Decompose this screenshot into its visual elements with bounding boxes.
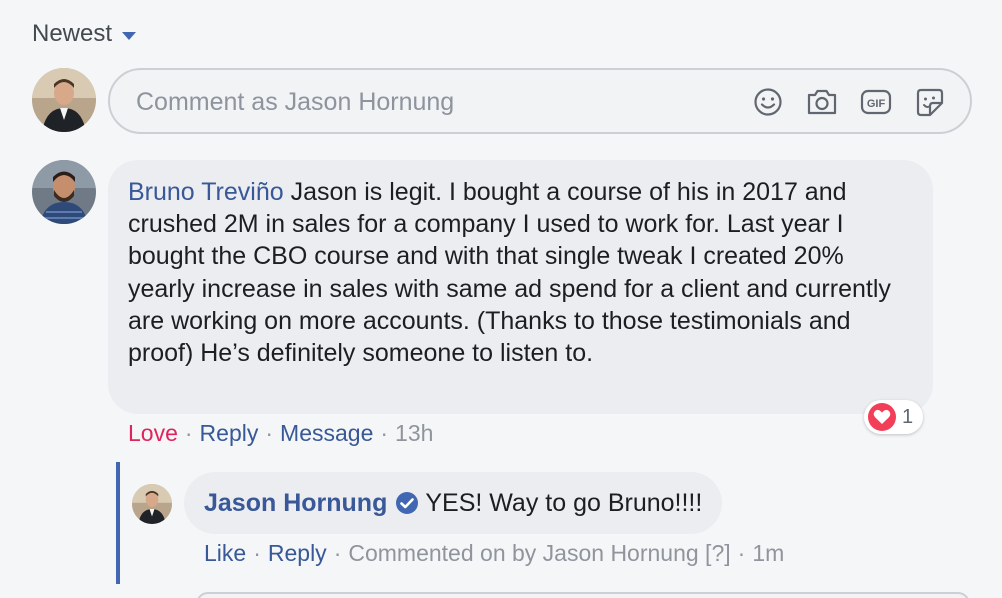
separator: ·	[333, 540, 342, 566]
comment-actions: Love · Reply · Message · 13h	[128, 420, 433, 447]
reply-author-link[interactable]: Jason Hornung	[204, 489, 387, 518]
comment-bubble: Bruno Treviño Jason is legit. I bought a…	[108, 160, 933, 414]
reply-composer-edge	[196, 592, 970, 598]
reply-author-avatar[interactable]	[132, 484, 172, 524]
gif-icon[interactable]: GIF	[858, 84, 894, 120]
heart-icon	[868, 403, 896, 431]
camera-icon[interactable]	[804, 84, 840, 120]
sort-dropdown[interactable]: Newest	[32, 20, 137, 48]
comment-composer: GIF	[108, 68, 972, 134]
separator: ·	[380, 420, 389, 446]
reply-bubble: Jason Hornung YES! Way to go Bruno!!!!	[184, 472, 723, 534]
like-button[interactable]: Like	[204, 540, 246, 567]
reaction-count: 1	[902, 405, 914, 428]
current-user-avatar[interactable]	[32, 68, 96, 132]
love-button[interactable]: Love	[128, 420, 178, 447]
separator: ·	[265, 420, 274, 446]
reply-reply-button[interactable]: Reply	[268, 540, 327, 567]
comment-timestamp[interactable]: 13h	[395, 420, 433, 447]
emoji-icon[interactable]	[750, 84, 786, 120]
verified-badge-icon	[395, 491, 419, 515]
reply-text: YES! Way to go Bruno!!!!	[425, 488, 703, 517]
separator: ·	[184, 420, 193, 446]
commented-on-by-note: Commented on by Jason Hornung [?]	[348, 540, 731, 566]
reply-timestamp[interactable]: 1m	[752, 540, 784, 567]
separator: ·	[737, 540, 746, 566]
reply-thread-bar	[116, 462, 120, 584]
reaction-summary[interactable]: 1	[864, 400, 924, 434]
reply-actions: Like · Reply · Commented on by Jason Hor…	[204, 540, 784, 567]
sort-label: Newest	[32, 20, 113, 47]
svg-text:GIF: GIF	[867, 98, 886, 110]
composer-tools: GIF	[750, 84, 948, 120]
caret-down-icon	[122, 31, 137, 40]
comment-input[interactable]	[134, 70, 738, 134]
sticker-icon[interactable]	[912, 84, 948, 120]
message-button[interactable]: Message	[280, 420, 373, 447]
comment-text: Jason is legit. I bought a course of his…	[128, 178, 891, 368]
comment-author-link[interactable]: Bruno Treviño	[128, 178, 284, 206]
commenter-avatar[interactable]	[32, 160, 96, 224]
comments-section: Newest Comment as Jason Hornung GIF Brun…	[0, 0, 1002, 598]
separator: ·	[253, 540, 261, 566]
reply-button[interactable]: Reply	[200, 420, 259, 447]
